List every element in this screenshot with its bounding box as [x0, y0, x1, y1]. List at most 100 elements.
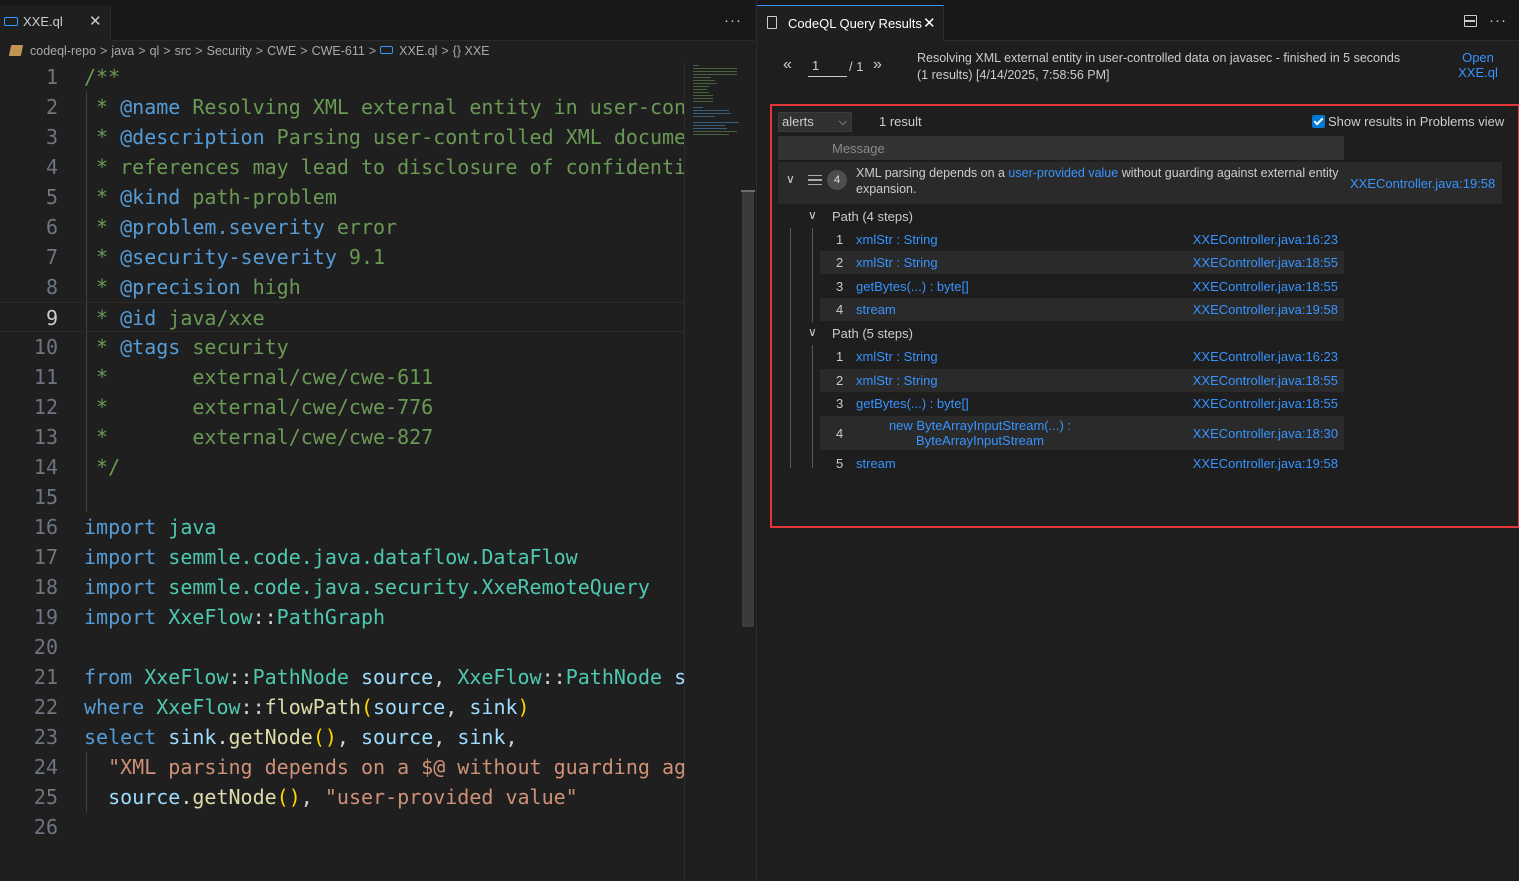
tab-xxe-ql[interactable]: XXE.ql ✕ — [0, 5, 111, 41]
code-line: 11 * external/cwe/cwe-611 — [33, 365, 434, 389]
query-results-pane: CodeQL Query Results ✕ ··· « / 1 » Resol… — [756, 0, 1519, 881]
open-query-link[interactable]: Open XXE.ql — [1451, 50, 1505, 80]
step-location-link[interactable]: XXEController.java:18:55 — [1193, 279, 1338, 294]
path-header[interactable]: ∨ Path (4 steps) — [778, 206, 1344, 228]
step-node-link[interactable]: xmlStr : String — [856, 255, 938, 270]
step-node-link[interactable]: xmlStr : String — [856, 349, 938, 364]
step-node-link[interactable]: getBytes(...) : byte[] — [856, 396, 969, 411]
tab-codeql-query-results[interactable]: CodeQL Query Results ✕ — [757, 5, 944, 41]
checkbox-checked-icon[interactable] — [1312, 115, 1325, 128]
codeql-file-icon — [380, 46, 394, 54]
step-node-link[interactable]: getBytes(...) : byte[] — [856, 279, 969, 294]
code-line: 23 select sink.getNode(), source, sink, — [33, 725, 518, 749]
minimap-line — [693, 98, 713, 99]
step-location-link[interactable]: XXEController.java:19:58 — [1193, 456, 1338, 471]
breadcrumb-item[interactable]: java — [111, 44, 134, 58]
step-location-link[interactable]: XXEController.java:18:55 — [1193, 396, 1338, 411]
more-actions-icon[interactable]: ··· — [1489, 12, 1507, 29]
step-node-link[interactable]: xmlStr : String — [856, 232, 938, 247]
tree-guide — [790, 228, 791, 468]
more-actions-icon[interactable]: ··· — [724, 12, 742, 29]
breadcrumb-item[interactable]: codeql-repo — [30, 44, 96, 58]
breadcrumb-item[interactable]: {} XXE — [453, 44, 490, 58]
page-number-input[interactable] — [808, 55, 847, 77]
results-tab-bar: CodeQL Query Results ✕ ··· — [757, 0, 1519, 41]
show-in-problems-checkbox[interactable]: Show results in Problems view — [1312, 114, 1504, 129]
code-editor[interactable]: 1/** 2 * @name Resolving XML external en… — [0, 62, 684, 881]
path-step-row[interactable]: 4 stream XXEController.java:19:58 — [820, 298, 1344, 321]
chevron-down-icon[interactable]: ∨ — [786, 172, 795, 186]
query-summary-title: Resolving XML external entity in user-co… — [917, 51, 1401, 65]
code-line: 19 import XxeFlow::PathGraph — [33, 605, 386, 629]
minimap-line — [693, 92, 709, 93]
alert-message: XML parsing depends on a user-provided v… — [856, 166, 1339, 196]
alert-row[interactable]: ∨ 4 XML parsing depends on a user-provid… — [778, 162, 1502, 204]
step-location-link[interactable]: XXEController.java:19:58 — [1193, 302, 1338, 317]
minimap-line — [693, 89, 707, 90]
path-step-row[interactable]: 4 new ByteArrayInputStream(...) : ByteArr… — [820, 416, 1344, 450]
source-link[interactable]: user-provided value — [1008, 166, 1118, 180]
breadcrumb-item[interactable]: ql — [150, 44, 160, 58]
result-count: 1 result — [879, 114, 922, 129]
step-node-link[interactable]: stream — [856, 456, 896, 471]
breadcrumb-item[interactable]: XXE.ql — [399, 44, 437, 58]
step-location-link[interactable]: XXEController.java:18:55 — [1193, 255, 1338, 270]
scrollbar-thumb[interactable] — [742, 192, 754, 627]
step-node-link[interactable]: stream — [856, 302, 896, 317]
result-set-select[interactable]: alerts ⌵ — [778, 112, 852, 132]
minimap-line — [693, 113, 731, 114]
path-step-row[interactable]: 1 xmlStr : String XXEController.java:16:… — [820, 345, 1344, 368]
path-step-row[interactable]: 5 stream XXEController.java:19:58 — [820, 452, 1344, 475]
code-line: 4 * references may lead to disclosure of… — [45, 155, 684, 179]
path-step-row[interactable]: 3 getBytes(...) : byte[] XXEController.j… — [820, 275, 1344, 298]
code-line: 6 * @problem.severity error — [45, 215, 398, 239]
minimap-line — [693, 101, 713, 102]
next-page-button[interactable]: » — [873, 56, 882, 74]
column-header-message: Message — [832, 141, 885, 156]
breadcrumb-item[interactable]: CWE-611 — [312, 44, 365, 58]
tab-label: CodeQL Query Results — [788, 16, 922, 31]
step-location-link[interactable]: XXEController.java:16:23 — [1193, 349, 1338, 364]
file-icon — [767, 16, 777, 29]
code-line: 5 * @kind path-problem — [45, 185, 337, 209]
tree-guide — [812, 345, 813, 468]
prev-page-button[interactable]: « — [783, 56, 792, 74]
step-node-link[interactable]: new ByteArrayInputStream(...) : ByteArray… — [880, 418, 1080, 448]
breadcrumb-item[interactable]: src — [175, 44, 192, 58]
step-node-link[interactable]: xmlStr : String — [856, 373, 938, 388]
minimap-line — [693, 80, 715, 81]
breadcrumb-item[interactable]: CWE — [267, 44, 296, 58]
minimap-line — [693, 77, 711, 78]
alert-location-link[interactable]: XXEController.java:19:58 — [1350, 176, 1495, 191]
minimap-line — [693, 83, 717, 84]
path-step-row[interactable]: 2 xmlStr : String XXEController.java:18:… — [820, 369, 1344, 392]
path-step-row[interactable]: 3 getBytes(...) : byte[] XXEController.j… — [820, 392, 1344, 415]
step-location-link[interactable]: XXEController.java:18:55 — [1193, 373, 1338, 388]
step-location-link[interactable]: XXEController.java:18:30 — [1193, 426, 1338, 441]
breadcrumb-item[interactable]: Security — [207, 44, 252, 58]
results-highlight-box: alerts ⌵ 1 result Show results in Proble… — [770, 104, 1519, 528]
path-step-row[interactable]: 2 xmlStr : String XXEController.java:18:… — [820, 251, 1344, 274]
minimap[interactable] — [684, 62, 741, 881]
minimap-line — [693, 110, 729, 111]
chevron-down-icon[interactable]: ∨ — [808, 208, 817, 222]
code-line: 15 — [33, 485, 58, 509]
list-icon[interactable] — [808, 175, 822, 185]
step-location-link[interactable]: XXEController.java:16:23 — [1193, 232, 1338, 247]
code-line: 25 source.getNode(), "user-provided valu… — [33, 785, 578, 809]
minimap-line — [693, 131, 737, 132]
close-icon[interactable]: ✕ — [923, 14, 936, 32]
close-icon[interactable]: ✕ — [89, 12, 102, 30]
editor-scrollbar[interactable] — [741, 62, 755, 881]
path-step-row[interactable]: 1 xmlStr : String XXEController.java:16:… — [820, 228, 1344, 251]
split-editor-icon[interactable] — [1464, 15, 1477, 27]
code-line: 24 "XML parsing depends on a $@ without … — [33, 755, 684, 779]
code-line: 18 import semmle.code.java.security.XxeRe… — [33, 575, 650, 599]
breadcrumb: codeql-repo > java > ql > src > Security > CWE > CWE… — [0, 42, 740, 62]
tree-guide — [812, 228, 813, 322]
minimap-line — [693, 95, 713, 96]
chevron-down-icon[interactable]: ∨ — [808, 325, 817, 339]
code-line: 20 — [33, 635, 58, 659]
path-header[interactable]: ∨ Path (5 steps) — [778, 323, 1344, 345]
minimap-line — [693, 116, 715, 117]
